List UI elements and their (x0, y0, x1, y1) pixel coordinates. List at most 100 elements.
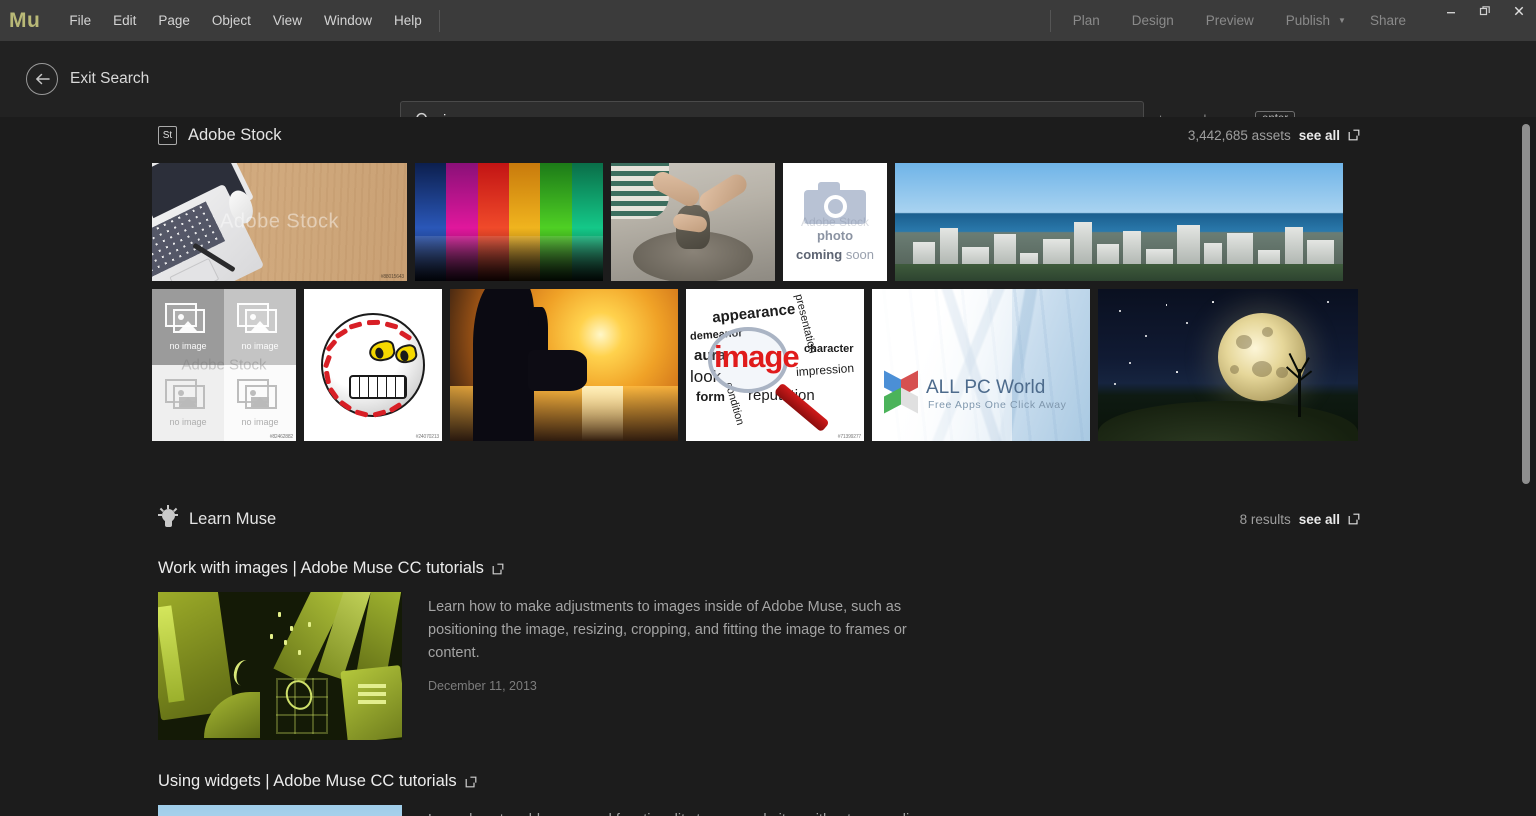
close-button[interactable] (1502, 0, 1536, 22)
stock-thumb-city-skyline-waterfront[interactable] (895, 163, 1343, 281)
stock-thumb-image-word-cloud-magnifier[interactable]: appearance demeanor aura look form condi… (686, 289, 864, 441)
stock-thumb-photo-coming-soon[interactable]: Adobe Stock photo coming soon (783, 163, 887, 281)
tutorial-title-link[interactable]: Using widgets | Adobe Muse CC tutorials (158, 772, 1360, 791)
photographer-silhouette (473, 289, 535, 441)
adobe-stock-title: Adobe Stock (188, 126, 282, 145)
external-link-icon[interactable] (492, 563, 504, 575)
menu-file[interactable]: File (58, 9, 102, 32)
tutorial-text: Learn how to make adjustments to images … (428, 592, 948, 740)
vertical-scrollbar[interactable] (1522, 124, 1530, 812)
stock-asset-id: #71399277 (838, 434, 861, 440)
menu-divider (439, 10, 440, 32)
word-impression: impression (796, 361, 855, 379)
menu-window[interactable]: Window (313, 9, 383, 32)
image-placeholder-icon (237, 379, 283, 413)
minimize-button[interactable] (1434, 0, 1468, 22)
tutorial-thumbnail-abstract-olive-geometry[interactable] (158, 592, 402, 740)
bare-tree (1298, 369, 1301, 417)
learn-muse-see-all[interactable]: see all (1299, 512, 1340, 527)
mode-design[interactable]: Design (1116, 9, 1190, 32)
mode-share[interactable]: Share (1354, 9, 1422, 32)
mode-publish[interactable]: Publish (1270, 9, 1346, 32)
arm-right (696, 171, 751, 216)
learn-muse-title-group: Learn Muse (158, 508, 276, 530)
restore-button[interactable] (1468, 0, 1502, 22)
learn-muse-section-header: Learn Muse 8 results see all (0, 501, 1536, 537)
mode-preview[interactable]: Preview (1190, 9, 1270, 32)
menu-help[interactable]: Help (383, 9, 433, 32)
word-image-highlight: image (714, 339, 799, 375)
restore-icon (1479, 5, 1491, 17)
menu-object[interactable]: Object (201, 9, 262, 32)
stock-thumb-full-moon-tree-night[interactable] (1098, 289, 1358, 441)
no-image-label: no image (169, 341, 206, 351)
stock-watermark: Adobe Stock (181, 357, 266, 374)
tutorial-date: December 11, 2013 (428, 679, 948, 693)
tutorial-description: Learn how to make adjustments to images … (428, 596, 948, 665)
adobe-stock-meta: 3,442,685 assets see all (1188, 128, 1360, 143)
no-image-label: no image (241, 417, 278, 427)
menu-edit[interactable]: Edit (102, 9, 147, 32)
stock-thumbnail-row-1: Adobe Stock #88015643 (0, 163, 1536, 281)
tripod-silhouette (509, 368, 518, 441)
tutorial-description: Learn how to add power and functionality… (428, 809, 929, 816)
word-character: character (804, 343, 854, 355)
tutorial-title: Using widgets | Adobe Muse CC tutorials (158, 772, 457, 791)
learn-muse-count: 8 results (1240, 512, 1291, 527)
stock-asset-id: #88015643 (381, 274, 404, 280)
external-link-icon[interactable] (465, 776, 477, 788)
teeth (349, 375, 407, 399)
tutorial-title-link[interactable]: Work with images | Adobe Muse CC tutoria… (158, 559, 1360, 578)
search-bar: Exit Search image to search, press enter (0, 41, 1536, 117)
mode-switcher: Plan Design Preview Publish ▼ Share (1044, 0, 1536, 41)
adobe-stock-see-all[interactable]: see all (1299, 128, 1340, 143)
word-form: form (696, 389, 725, 404)
adobe-stock-count: 3,442,685 assets (1188, 128, 1291, 143)
lightbulb-icon (158, 508, 178, 530)
learn-muse-meta: 8 results see all (1240, 512, 1360, 527)
search-results-panel: St Adobe Stock 3,442,685 assets see all … (0, 117, 1536, 816)
tutorial-item: Work with images | Adobe Muse CC tutoria… (0, 559, 1536, 740)
tutorial-body: Learn how to make adjustments to images … (158, 592, 1360, 740)
menu-bar: Mu File Edit Page Object View Window Hel… (0, 0, 1536, 41)
camera-silhouette (528, 350, 587, 391)
back-arrow-icon (26, 63, 58, 95)
cube-logo-icon (884, 375, 918, 409)
coming-soon-line1: photo (817, 228, 853, 243)
external-link-icon[interactable] (1348, 129, 1360, 141)
stock-thumb-angry-baseball-cartoon[interactable]: #24070213 (304, 289, 442, 441)
tutorial-item: Using widgets | Adobe Muse CC tutorials … (0, 772, 1536, 816)
eye-left (367, 339, 397, 364)
panel-floor-reflection (415, 236, 603, 281)
coming-soon-line2: coming soon (796, 247, 874, 262)
tutorial-thumbnail-sky-clouds[interactable] (158, 805, 402, 816)
white-overlay (872, 289, 1012, 441)
mode-divider (1050, 10, 1051, 32)
external-link-icon[interactable] (1348, 513, 1360, 525)
sun-reflection (582, 386, 623, 441)
stock-thumb-no-image-placeholder-grid[interactable]: no image no image no image no image Adob… (152, 289, 296, 441)
word-appearance: appearance (711, 301, 796, 327)
stock-thumb-pottery-hands-wheel[interactable] (611, 163, 775, 281)
stock-thumb-photographer-sunset-silhouette[interactable] (450, 289, 678, 441)
adobe-stock-icon: St (158, 126, 177, 145)
scrollbar-thumb[interactable] (1522, 124, 1530, 484)
mode-plan[interactable]: Plan (1057, 9, 1116, 32)
chevron-down-icon[interactable]: ▼ (1336, 12, 1354, 29)
no-image-label: no image (241, 341, 278, 351)
adobe-stock-title-group: St Adobe Stock (158, 126, 282, 145)
stock-thumbnail-row-2: no image no image no image no image Adob… (0, 289, 1536, 441)
image-placeholder-icon (237, 303, 283, 337)
stock-watermark: Adobe Stock (801, 215, 869, 229)
exit-search-label: Exit Search (70, 70, 149, 88)
hill (1098, 401, 1358, 441)
stock-thumb-colored-light-panels[interactable] (415, 163, 603, 281)
baseball (321, 313, 425, 417)
stock-thumb-laptop-on-wooden-desk[interactable]: Adobe Stock #88015643 (152, 163, 407, 281)
close-icon (1513, 5, 1525, 17)
exit-search-button[interactable]: Exit Search (26, 63, 149, 95)
image-placeholder-icon (165, 379, 211, 413)
stock-thumb-all-pc-world-banner[interactable]: ALL PC World Free Apps One Click Away (872, 289, 1090, 441)
menu-view[interactable]: View (262, 9, 313, 32)
menu-page[interactable]: Page (147, 9, 201, 32)
